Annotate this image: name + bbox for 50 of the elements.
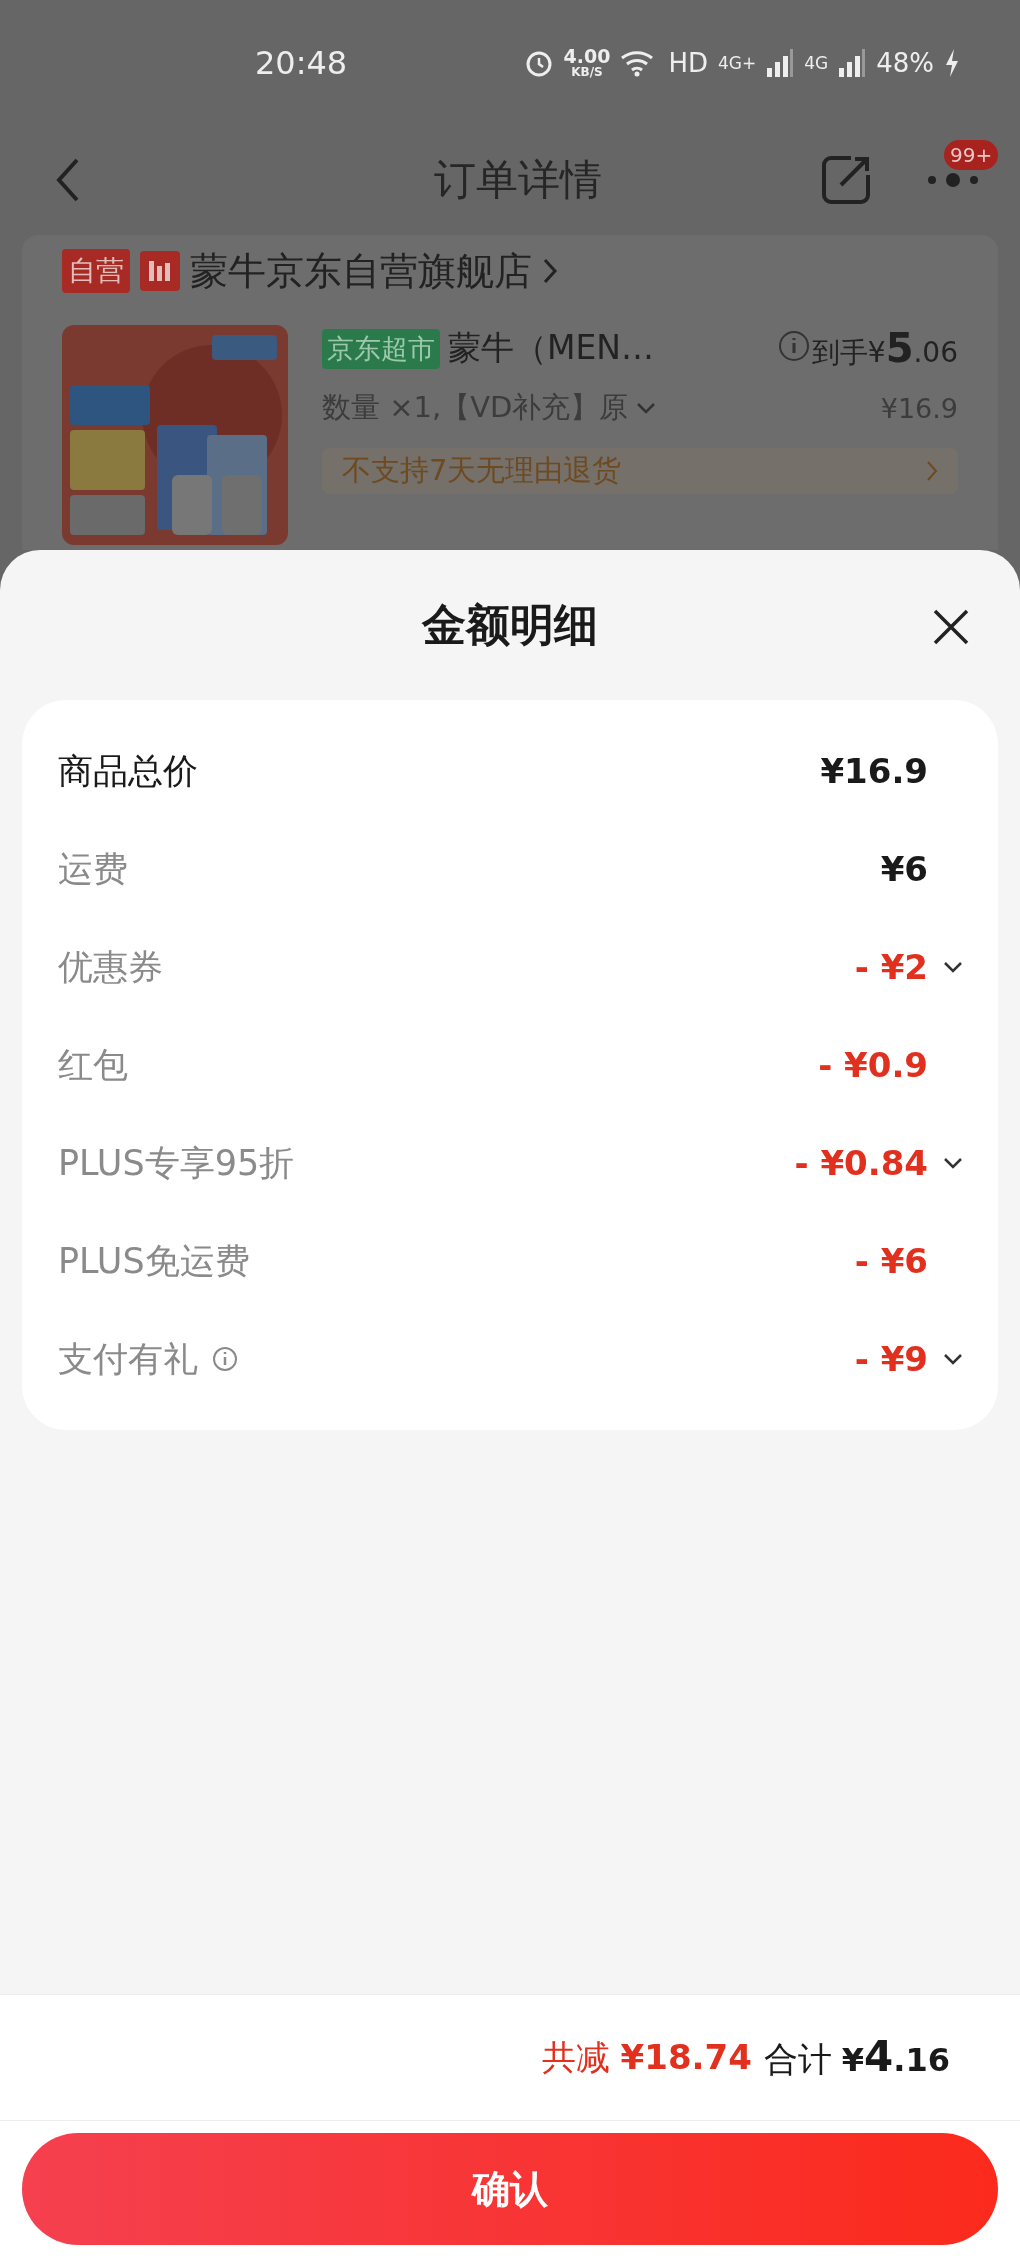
product-tag: 京东超市 — [322, 328, 440, 369]
price-label: PLUS专享95折 — [58, 1141, 295, 1185]
network-type: 4G+ — [717, 52, 757, 73]
notification-badge: 99+ — [944, 140, 999, 170]
notice-bar[interactable]: 不支持7天无理由退货 — [322, 448, 958, 494]
discount-total: 共减 ¥18.74 — [541, 2035, 752, 2079]
hd-indicator: HD — [668, 47, 708, 78]
price-label: 商品总价 — [58, 749, 198, 793]
network-type: 4G — [804, 52, 829, 73]
chevron-right-icon — [542, 257, 558, 285]
close-button[interactable] — [932, 608, 970, 646]
chevron-right-icon — [926, 460, 938, 482]
store-name[interactable]: 蒙牛京东自营旗舰店 — [190, 245, 532, 297]
price-value: - ¥2 — [854, 947, 928, 987]
battery-percent: 48% — [876, 47, 934, 78]
price-label: 红包 — [58, 1043, 128, 1087]
chevron-down-icon — [943, 1353, 963, 1365]
clock-time: 20:48 — [255, 43, 349, 82]
price-value: - ¥9 — [854, 1339, 928, 1379]
sheet-title: 金额明细 — [422, 597, 598, 652]
share-icon[interactable] — [821, 155, 871, 205]
store-logo-icon — [140, 251, 180, 291]
back-button[interactable] — [55, 157, 81, 203]
signal-icon — [838, 47, 867, 78]
price-value: - ¥0.84 — [794, 1143, 928, 1183]
price-label: 支付有礼 — [58, 1337, 198, 1381]
price-label: PLUS免运费 — [58, 1239, 250, 1283]
store-tag: 自营 — [62, 249, 130, 293]
signal-icon — [766, 47, 795, 78]
price-value: - ¥0.9 — [818, 1045, 928, 1085]
order-total: 合计 ¥4.16 — [763, 2032, 950, 2083]
price-value: ¥16.9 — [820, 751, 928, 791]
network-speed: 4.00 — [563, 47, 611, 66]
notice-text: 不支持7天无理由退货 — [342, 452, 622, 489]
price-value: - ¥6 — [854, 1241, 928, 1281]
confirm-button[interactable]: 确认 — [22, 2133, 998, 2245]
price-value: ¥6 — [880, 849, 928, 889]
info-icon — [777, 330, 810, 362]
price-label: 运费 — [58, 847, 128, 891]
charging-icon — [944, 47, 960, 78]
network-speed-unit: KB/S — [571, 66, 603, 78]
chevron-down-icon — [636, 402, 657, 414]
final-price: 到手¥5.06 — [811, 325, 958, 372]
more-icon[interactable] — [926, 172, 980, 188]
price-label: 优惠券 — [58, 945, 163, 989]
chevron-down-icon — [943, 1157, 963, 1169]
page-title: 订单详情 — [433, 154, 602, 206]
chevron-down-icon — [943, 961, 963, 973]
info-icon[interactable] — [212, 1346, 238, 1372]
product-name[interactable]: 蒙牛（MEN… — [448, 326, 654, 371]
